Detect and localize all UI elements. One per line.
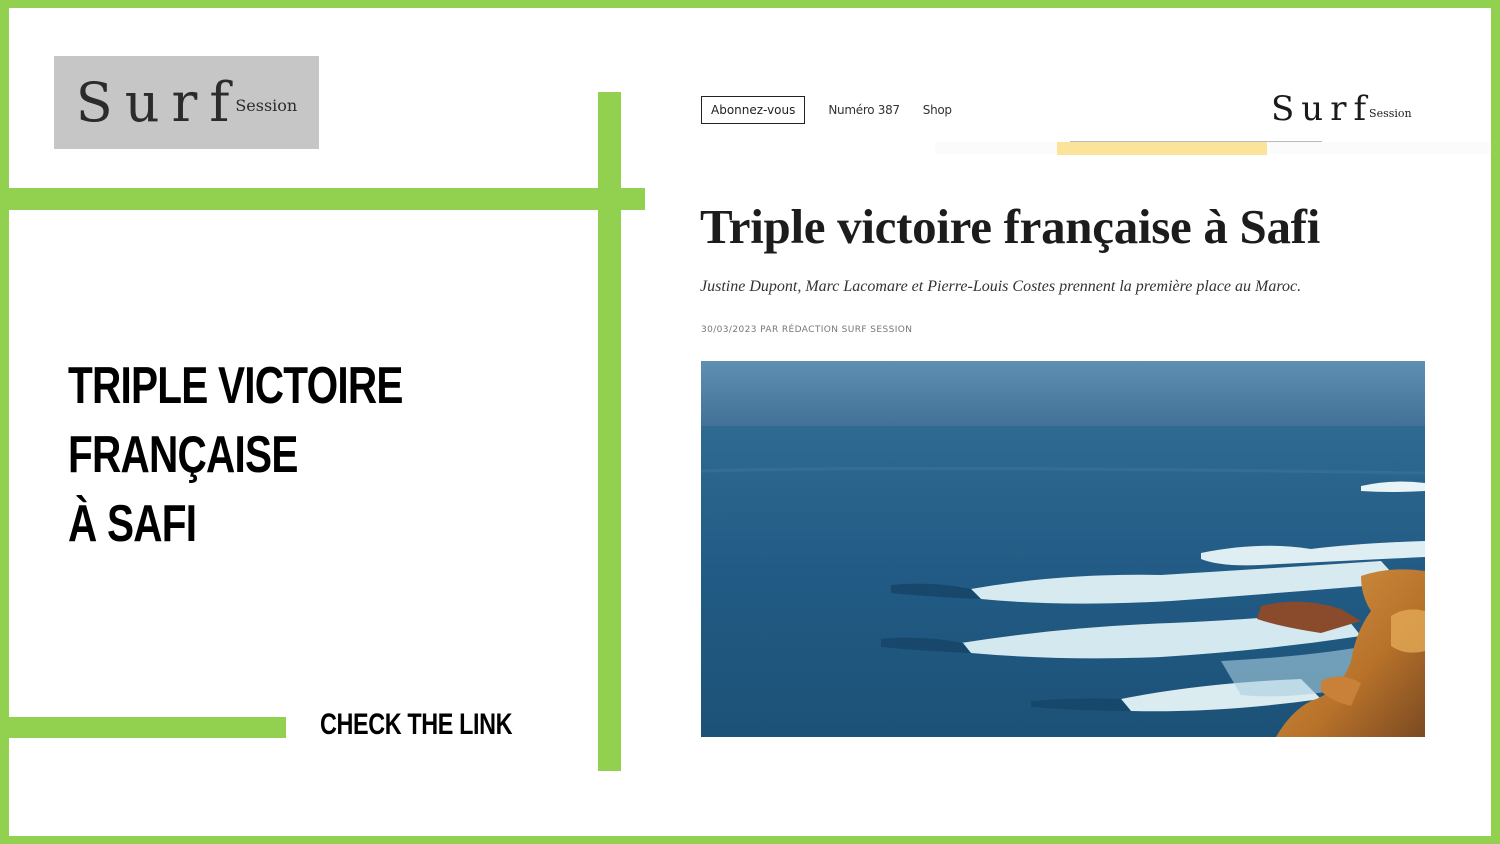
accent-bar-horizontal-bottom [0,717,286,738]
accent-bar-horizontal-top [0,188,645,210]
banner-divider [1070,141,1322,142]
frame-border-right [1491,0,1500,844]
banner-highlight [1057,142,1267,155]
check-link-cta[interactable]: CHECK THE LINK [320,708,513,742]
promo-headline-line: À SAFI [68,495,197,553]
article-meta: 30/03/2023 PAR RÉDACTION SURF SESSION [701,325,913,335]
logo-main-text: Surf [75,70,242,134]
site-logo[interactable]: Surf Session [1271,92,1412,126]
frame-border-bottom [0,836,1500,844]
surf-session-logo: Surf Session [54,56,319,149]
site-logo-main: Surf [1271,89,1374,129]
article-hero-image [701,361,1425,737]
article-title: Triple victoire française à Safi [700,199,1321,254]
article-subtitle: Justine Dupont, Marc Lacomare et Pierre-… [700,278,1302,295]
promo-headline-line: TRIPLE VICTOIRE [68,357,403,415]
site-logo-sub: Session [1369,106,1412,120]
promo-headline-line: FRANÇAISE [68,426,298,484]
accent-bar-vertical [598,92,621,771]
nav-link-shop[interactable]: Shop [923,103,952,117]
site-nav: Abonnez-vous Numéro 387 Shop [701,96,952,124]
frame-border-top [0,0,1500,8]
nav-link-issue[interactable]: Numéro 387 [828,103,900,117]
promo-headline: TRIPLE VICTOIRE FRANÇAISE À SAFI [68,352,403,559]
subscribe-button[interactable]: Abonnez-vous [701,96,806,124]
logo-sub-text: Session [235,96,298,115]
